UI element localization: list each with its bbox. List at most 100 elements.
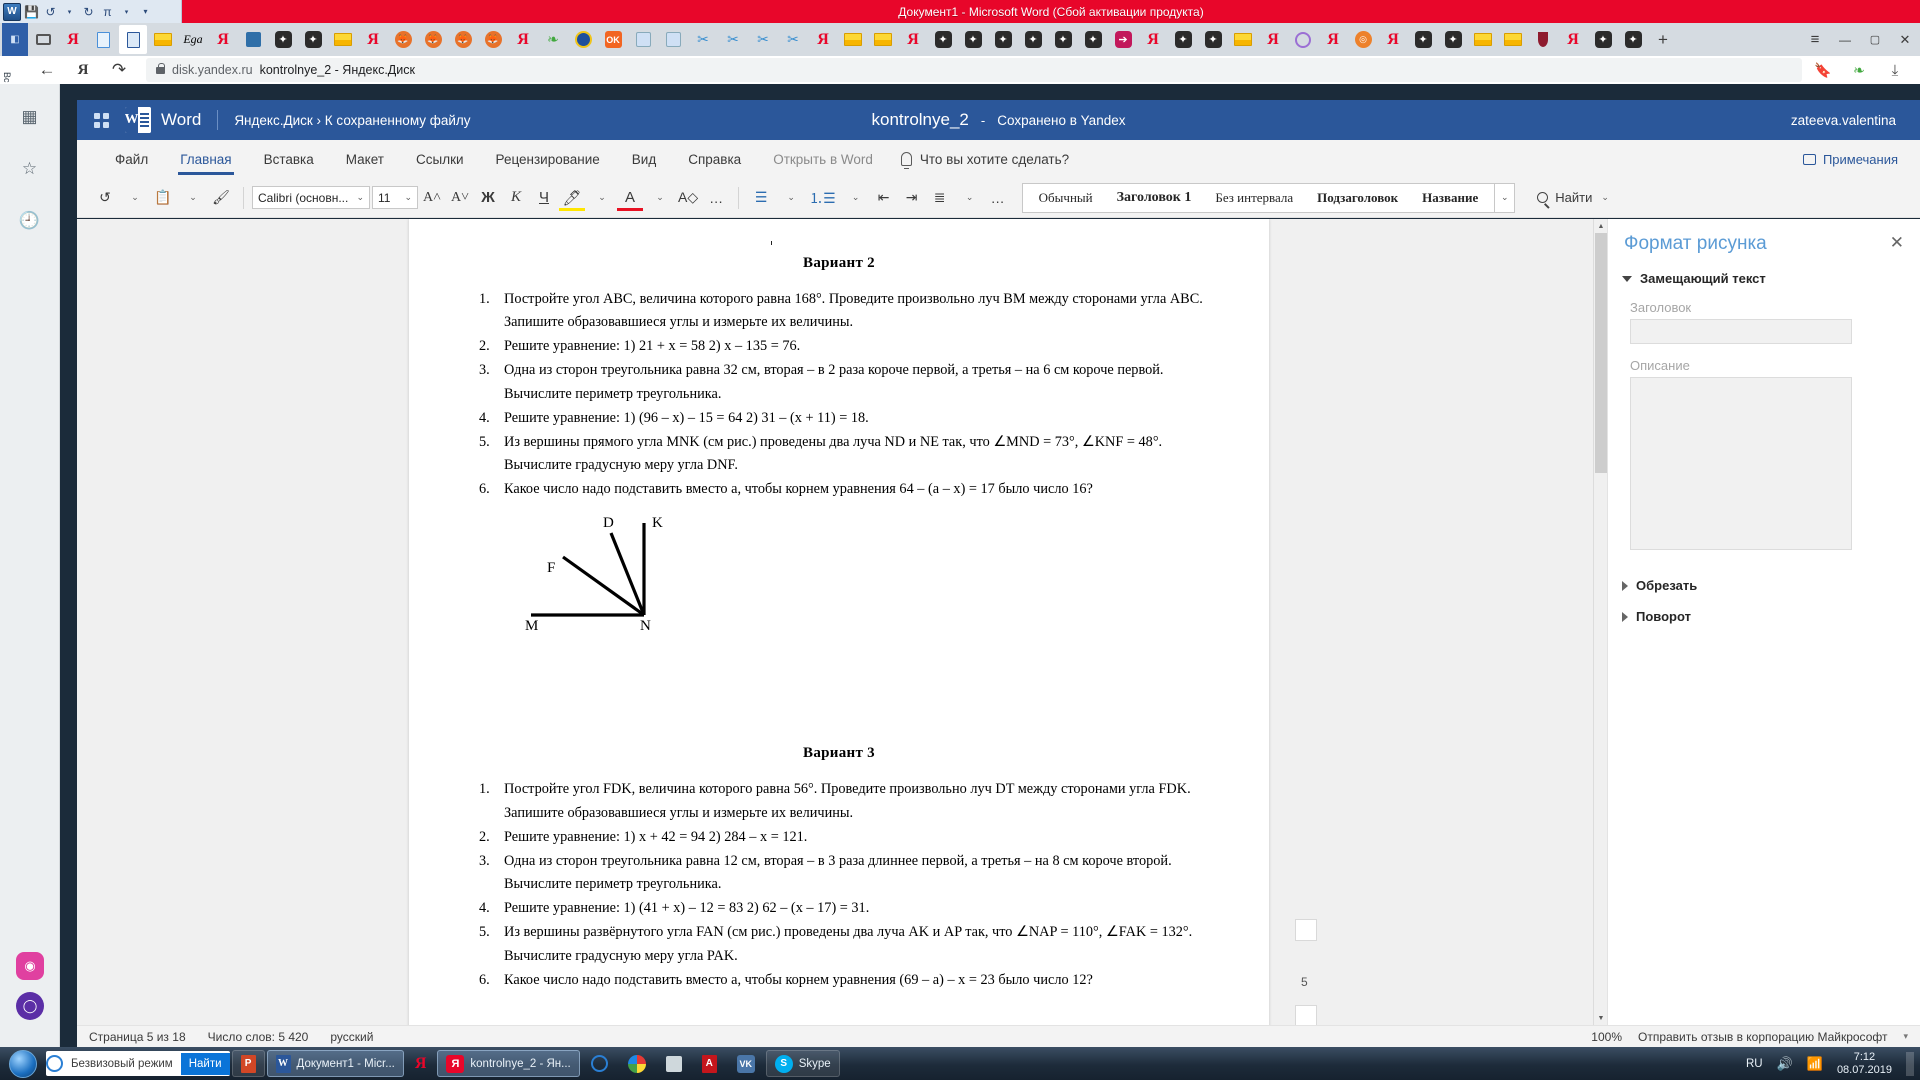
taskbar-skype[interactable]: S Skype [765, 1050, 840, 1077]
align-icon[interactable]: ≣ [926, 184, 954, 212]
extension-dark3-icon[interactable]: ✦ [929, 25, 957, 54]
extension-ega-icon[interactable]: Ega [179, 25, 207, 54]
status-word-count[interactable]: Число слов: 5 420 [208, 1030, 309, 1044]
shrink-font-icon[interactable]: A˅ [446, 184, 474, 212]
yandex-home-icon[interactable]: Я [68, 58, 98, 82]
taskbar-ie-search[interactable]: Безвизовый режим Найти [46, 1051, 230, 1076]
extension-yandex6-icon[interactable]: Я [899, 25, 927, 54]
extension-ok-icon[interactable]: OK [599, 25, 627, 54]
extension-leaf-icon[interactable]: ❧ [539, 25, 567, 54]
undo-icon[interactable]: ↺ [42, 3, 59, 20]
extension-mail6-icon[interactable] [1469, 25, 1497, 54]
breadcrumb[interactable]: Яндекс.Диск › К сохраненному файлу [234, 113, 470, 128]
undo-icon[interactable]: ↺ [91, 184, 119, 212]
taskbar-yandex[interactable]: Я [406, 1050, 436, 1077]
font-color-icon[interactable]: A [616, 184, 644, 212]
extension-yandex-icon[interactable]: Я [59, 25, 87, 54]
status-zoom[interactable]: 100% [1591, 1030, 1622, 1044]
download-icon[interactable]: ⤓ [1880, 58, 1910, 82]
extension-scissors1-icon[interactable]: ✂ [689, 25, 717, 54]
tab-review[interactable]: Рецензирование [480, 140, 616, 178]
font-size-select[interactable]: 11 ⌄ [372, 186, 418, 209]
messenger-icon[interactable]: ◯ [16, 992, 44, 1020]
extension-yandex3-icon[interactable]: Я [359, 25, 387, 54]
find-button[interactable]: Найти ⌄ [1537, 190, 1609, 205]
tab-view[interactable]: Вид [616, 140, 672, 178]
alice-icon[interactable]: ◉ [16, 952, 44, 980]
tell-me-search[interactable]: Что вы хотите сделать? [900, 152, 1069, 169]
undo-chevron-icon[interactable]: ⌄ [121, 184, 149, 212]
formula-icon[interactable]: π [99, 3, 116, 20]
redo-icon[interactable]: ↻ [80, 3, 97, 20]
taskbar-vk[interactable]: VK [728, 1050, 764, 1077]
customize-qat-icon[interactable]: ▾ [137, 3, 154, 20]
taskbar-paint[interactable] [619, 1050, 655, 1077]
section-alt-text[interactable]: Замещающий текст [1608, 255, 1920, 286]
extension-bar[interactable]: ◧ Я Ega Я ✦ ✦ Я 🦊 🦊 🦊 🦊 Я ❧ OK ✂ ✂ ✂ ✂ Я… [0, 23, 1920, 56]
extension-scissors2-icon[interactable]: ✂ [719, 25, 747, 54]
search-button[interactable]: Найти [180, 1052, 230, 1075]
extension-mail5-icon[interactable] [1229, 25, 1257, 54]
apps-grid-icon[interactable]: ▦ [17, 104, 43, 130]
highlight-chevron-icon[interactable]: ⌄ [588, 184, 616, 212]
extension-fox1-icon[interactable]: 🦊 [389, 25, 417, 54]
extension-fox3-icon[interactable]: 🦊 [449, 25, 477, 54]
tab-help[interactable]: Справка [672, 140, 757, 178]
paste-chevron-icon[interactable]: ⌄ [179, 184, 207, 212]
extension-mail-icon[interactable] [149, 25, 177, 54]
styles-expand-chevron-icon[interactable]: ⌄ [1495, 182, 1516, 213]
tray-clock[interactable]: 7:12 08.07.2019 [1837, 1051, 1892, 1076]
comments-button[interactable]: Примечания [1802, 152, 1898, 167]
style-heading1[interactable]: Заголовок 1 [1105, 190, 1204, 206]
extension-dark5-icon[interactable]: ✦ [989, 25, 1017, 54]
taskbar-ie2[interactable] [582, 1050, 617, 1077]
more-paragraph-options-icon[interactable]: … [984, 184, 1012, 212]
window-close-button[interactable]: ✕ [1891, 25, 1919, 54]
new-tab-button[interactable]: + [1649, 25, 1677, 54]
window-maximize-button[interactable]: ▢ [1861, 25, 1889, 54]
numbered-list-icon[interactable]: ⒈☰ [805, 184, 840, 212]
italic-button[interactable]: К [502, 184, 530, 212]
bookmark-icon[interactable]: 🔖 [1808, 58, 1838, 82]
feedback-chevron-icon[interactable]: ▾ [1903, 1031, 1908, 1042]
bold-button[interactable]: Ж [474, 184, 502, 212]
extension-yandex11-icon[interactable]: Я [1559, 25, 1587, 54]
increase-indent-icon[interactable]: ⇥ [898, 184, 926, 212]
format-painter-icon[interactable]: 🖌 [207, 184, 235, 212]
extension-dark1-icon[interactable]: ✦ [269, 25, 297, 54]
extension-dark13-icon[interactable]: ✦ [1589, 25, 1617, 54]
extension-yandex7-icon[interactable]: Я [1139, 25, 1167, 54]
save-icon[interactable]: 💾 [23, 3, 40, 20]
taskbar-powerpoint[interactable]: P [231, 1050, 265, 1077]
quick-access-toolbar[interactable]: W 💾 ↺ ▾ ↻ π ▾ ▾ [0, 0, 182, 23]
sidebar-bottom-icons[interactable]: ◉ ◯ [0, 952, 60, 1020]
paste-icon[interactable]: 📋 [149, 184, 177, 212]
geometry-figure[interactable]: D K F M N [471, 515, 1207, 635]
numbering-chevron-icon[interactable]: ⌄ [842, 184, 870, 212]
extension-fox4-icon[interactable]: 🦊 [479, 25, 507, 54]
status-feedback[interactable]: Отправить отзыв в корпорацию Майкрософт [1638, 1030, 1887, 1044]
sidebar-toggle[interactable]: ◧ [2, 23, 28, 56]
browser-menu-button[interactable]: ≡ [1801, 25, 1829, 54]
window-minimize-button[interactable]: — [1831, 25, 1859, 54]
scrollbar-thumb[interactable] [1595, 233, 1607, 473]
formula-chevron-icon[interactable]: ▾ [118, 3, 135, 20]
extension-dark9-icon[interactable]: ✦ [1169, 25, 1197, 54]
extension-mail4-icon[interactable] [869, 25, 897, 54]
open-in-word-button[interactable]: Открыть в Word [757, 140, 889, 178]
document-canvas[interactable]: Вариант 2 Постройте угол ABC, величина к… [77, 219, 1607, 1025]
document-name[interactable]: kontrolnye_2 [872, 110, 969, 130]
scroll-up-button[interactable]: ▲ [1594, 219, 1608, 233]
bullets-chevron-icon[interactable]: ⌄ [777, 184, 805, 212]
status-language[interactable]: русский [330, 1030, 373, 1044]
app-launcher-button[interactable] [77, 112, 125, 128]
decrease-indent-icon[interactable]: ⇤ [870, 184, 898, 212]
align-chevron-icon[interactable]: ⌄ [956, 184, 984, 212]
font-color-chevron-icon[interactable]: ⌄ [646, 184, 674, 212]
font-name-select[interactable]: Calibri (основн... ⌄ [252, 186, 370, 209]
reload-button[interactable]: ↷ [104, 58, 134, 82]
extension-dark14-icon[interactable]: ✦ [1619, 25, 1647, 54]
extension-drop-icon[interactable] [1529, 25, 1557, 54]
extension-yandex9-icon[interactable]: Я [1319, 25, 1347, 54]
volume-icon[interactable]: 🔊 [1777, 1056, 1793, 1072]
